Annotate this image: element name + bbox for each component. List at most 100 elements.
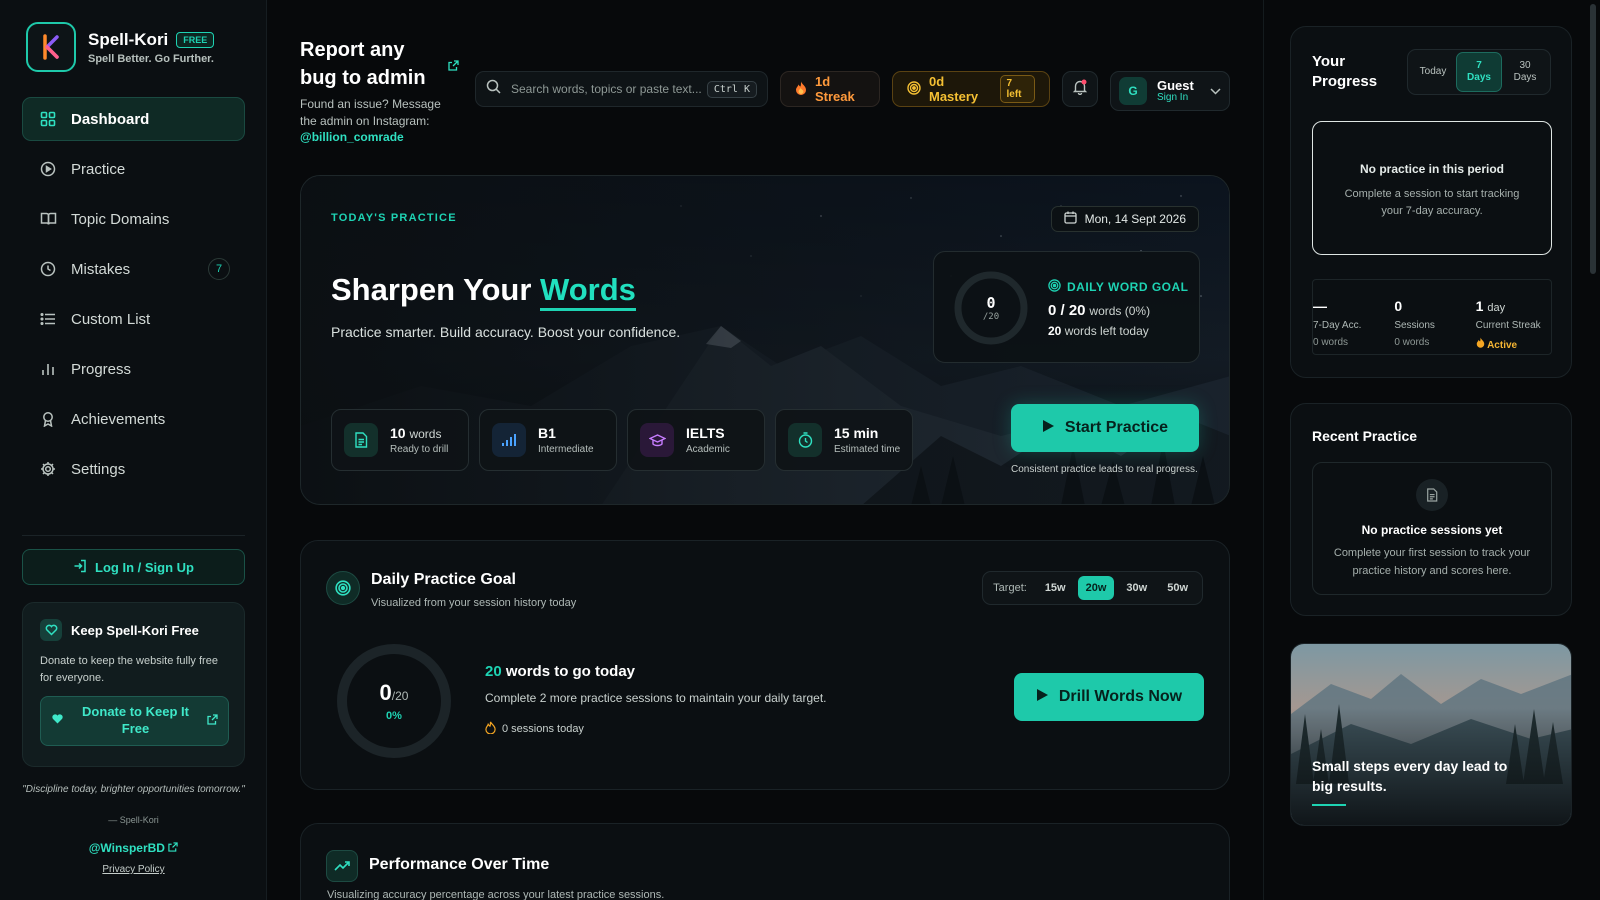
sidebar-item-topic-domains[interactable]: Topic Domains [22, 197, 245, 241]
hero-title-highlight: Words [540, 272, 636, 311]
login-label: Log In / Sign Up [95, 559, 194, 575]
stat-exam-value: IELTS [686, 425, 725, 441]
logo-icon[interactable] [26, 22, 76, 72]
search-input[interactable]: Search words, topics or paste text... [511, 82, 707, 96]
avatar: G [1119, 77, 1147, 105]
daily-goal-message: Complete 2 more practice sessions to mai… [485, 691, 827, 705]
no-practice-desc: Complete a session to start tracking you… [1344, 188, 1520, 217]
user-menu-button[interactable]: G Guest Sign In [1110, 71, 1230, 111]
streak-unit: day [1487, 302, 1506, 314]
brand-name: Spell-Kori [88, 29, 169, 49]
donate-title: Keep Spell-Kori Free [71, 622, 199, 638]
privacy-policy-link[interactable]: Privacy Policy [22, 864, 245, 875]
accuracy-sub: 0 words [1313, 337, 1349, 348]
daily-goal-title: Daily Practice Goal [371, 571, 516, 588]
sidebar-item-label: Topic Domains [71, 210, 170, 228]
sidebar-item-settings[interactable]: Settings [22, 447, 245, 491]
goal-count-value: 0 / 20 [1048, 302, 1086, 319]
donate-button[interactable]: Donate to Keep It Free [40, 696, 229, 746]
tab-30-days[interactable]: 30 Days [1502, 52, 1548, 92]
dashboard-icon [39, 110, 57, 128]
sign-in-link[interactable]: Sign In [1157, 92, 1194, 104]
streak-value: 1 [1475, 298, 1484, 314]
external-link-icon[interactable] [448, 58, 459, 76]
heart-filled-icon [51, 713, 64, 730]
words-to-go-number: 20 [485, 663, 502, 680]
hero-note: Consistent practice leads to real progre… [1011, 464, 1198, 475]
target-label: Target: [993, 582, 1027, 594]
report-title: Report any bug to admin [300, 39, 426, 89]
tab-7-days[interactable]: 7 Days [1456, 52, 1502, 92]
ring-value: 0 [379, 680, 392, 705]
target-option[interactable]: 50w [1159, 576, 1196, 600]
user-name: Guest [1157, 77, 1194, 93]
start-practice-button[interactable]: Start Practice [1011, 404, 1199, 452]
sidebar-item-label: Settings [71, 460, 126, 478]
streak-chip[interactable]: 1d Streak [780, 71, 880, 107]
stat-exam-sub: Academic [686, 444, 730, 455]
daily-word-goal-card: 0 /20 DAILY WORD GOAL 0 / 20 words (0%) … [933, 251, 1200, 363]
heart-icon [40, 619, 62, 641]
award-icon [39, 410, 57, 428]
drill-words-button[interactable]: Drill Words Now [1014, 673, 1204, 721]
donate-description: Donate to keep the website fully free fo… [40, 655, 218, 684]
recent-practice-card: Recent Practice No practice sessions yet… [1290, 403, 1572, 616]
sessions-value: 0 [1394, 298, 1403, 314]
streak-status-label: Active [1487, 340, 1518, 351]
sidebar-item-custom-list[interactable]: Custom List [22, 297, 245, 341]
target-option-selected[interactable]: 20w [1077, 576, 1115, 600]
sidebar-item-label: Practice [71, 160, 126, 178]
sidebar-item-label: Dashboard [71, 110, 150, 128]
mastery-chip[interactable]: 0d Mastery 7 left [892, 71, 1050, 107]
period-tabs: Today 7 Days 30 Days [1407, 49, 1551, 95]
your-progress-card: Your Progress Today 7 Days 30 Days No pr… [1290, 26, 1572, 378]
recent-practice-title: Recent Practice [1312, 428, 1418, 444]
recent-empty-title: No practice sessions yet [1361, 523, 1503, 537]
sidebar-item-dashboard[interactable]: Dashboard [22, 97, 245, 141]
stat-current-streak: 1 day Current Streak Active [1470, 280, 1551, 354]
goal-left-text: words left today [1064, 324, 1149, 338]
sidebar-item-practice[interactable]: Practice [22, 147, 245, 191]
winsper-link[interactable]: @WinsperBD [22, 841, 245, 855]
forest-mountain-image [1291, 644, 1571, 825]
sessions-today-label: 0 sessions today [502, 723, 584, 735]
sidebar-item-mistakes[interactable]: Mistakes 7 [22, 247, 245, 291]
timer-icon [788, 423, 822, 457]
search-shortcut: Ctrl K [706, 80, 757, 98]
graduation-cap-icon [640, 423, 674, 457]
stat-level-value: B1 [538, 425, 556, 441]
flame-icon [795, 81, 807, 98]
external-link-icon [207, 713, 218, 730]
calendar-icon [1063, 211, 1077, 227]
date-label: Mon, 14 Sept 2026 [1084, 212, 1186, 226]
ring-percent: 0% [386, 710, 402, 722]
sidebar-item-achievements[interactable]: Achievements [22, 397, 245, 441]
sidebar-item-progress[interactable]: Progress [22, 347, 245, 391]
document-icon [1416, 479, 1448, 511]
your-progress-title: Your Progress [1312, 52, 1382, 91]
motto-text: Small steps every day lead to big result… [1312, 758, 1508, 795]
admin-instagram-link[interactable]: @billion_comrade [300, 130, 460, 144]
login-signup-button[interactable]: Log In / Sign Up [22, 549, 245, 585]
target-icon [326, 571, 360, 605]
hero-title-prefix: Sharpen Your [331, 272, 532, 307]
report-bug-block: Report any bug to admin Found an issue? … [300, 36, 460, 144]
scrollbar[interactable] [1590, 4, 1596, 274]
document-icon [344, 423, 378, 457]
stat-words-unit: words [409, 427, 442, 441]
brand[interactable]: Spell-Kori FREE Spell Better. Go Further… [26, 22, 215, 72]
notifications-button[interactable] [1062, 71, 1098, 107]
stat-words-sub: Ready to drill [390, 444, 449, 455]
tab-today[interactable]: Today [1410, 52, 1456, 92]
recent-empty-desc: Complete your first session to track you… [1333, 547, 1531, 577]
stat-level: B1 Intermediate [479, 409, 617, 471]
bar-chart-icon [39, 360, 57, 378]
search-bar[interactable]: Search words, topics or paste text... Ct… [475, 71, 768, 107]
sidebar-quote: "Discipline today, brighter opportunitie… [22, 784, 245, 795]
chevron-down-icon [1210, 82, 1221, 100]
winsper-link-label: @WinsperBD [88, 841, 165, 855]
target-option[interactable]: 30w [1118, 576, 1155, 600]
mastery-label: 0d Mastery [929, 74, 979, 104]
ring-total: /20 [391, 689, 409, 703]
target-option[interactable]: 15w [1037, 576, 1074, 600]
